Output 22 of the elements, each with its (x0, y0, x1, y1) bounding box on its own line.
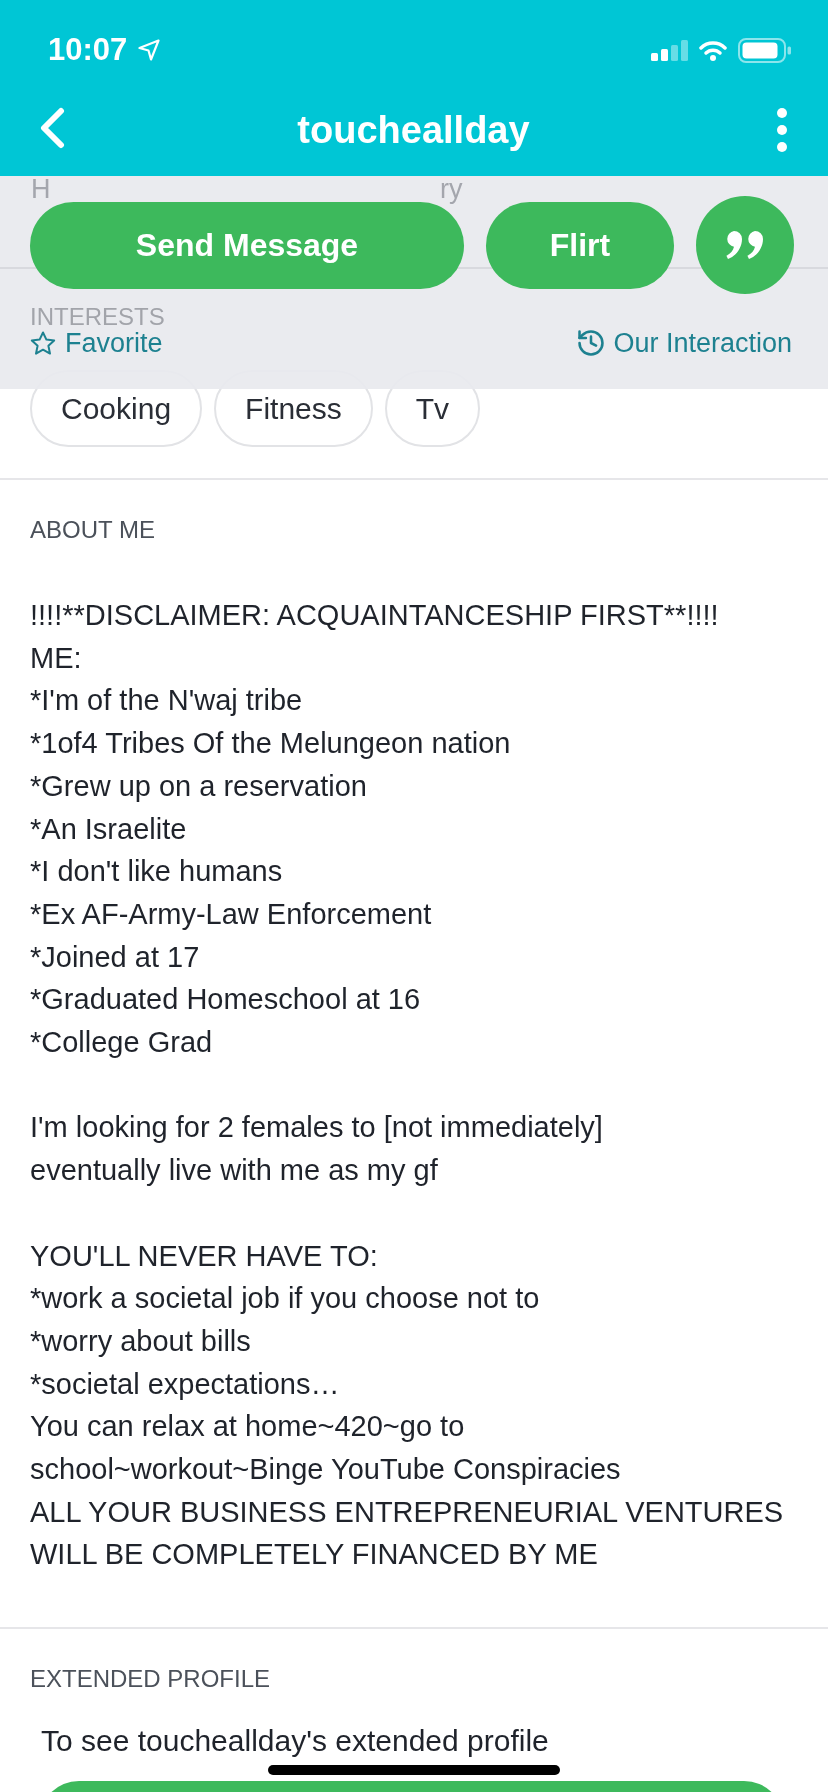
status-time: 10:07 (48, 33, 128, 67)
favorite-button[interactable]: Favorite (30, 329, 163, 357)
flirt-button[interactable]: Flirt (486, 201, 674, 289)
profile-title: toucheallday (297, 108, 530, 152)
battery-icon (738, 37, 792, 63)
quote-icon (725, 230, 765, 260)
obscured-text: H (31, 177, 51, 202)
obscured-text: ry (440, 177, 463, 202)
back-icon[interactable] (39, 107, 65, 149)
section-heading: ABOUT ME (30, 516, 156, 544)
wifi-icon (699, 39, 727, 61)
interests-heading: INTERESTS (29, 306, 166, 328)
more-menu-icon[interactable] (776, 107, 788, 153)
history-icon (578, 330, 605, 356)
location-arrow-icon (138, 39, 161, 61)
about-paragraph: I'm looking for 2 females to [not immediately] eventually live with me as my gf (30, 1110, 604, 1189)
section-heading: EXTENDED PROFILE (30, 1665, 272, 1694)
extended-profile-text: To see toucheallday's extended profile (41, 1723, 550, 1760)
signal-icon (651, 39, 688, 61)
about-paragraph: !!!!**DISCLAIMER: ACQUAINTANCESHIP FIRST**!!!! ME: *I'm of the N'waj tribe *1of4 Tribes Of the Melungeon nation *Grew up on a reservation *An Israelite *I don't like humans *Ex AF-Army-Law Enforcement *Joined at 17 *Graduated Homeschool at 16 *College Grad (30, 598, 720, 1061)
our-interaction-button[interactable]: Our Interaction (578, 329, 792, 357)
about-paragraph: YOU'LL NEVER HAVE TO: *work a societal job if you choose not to *worry about bills *societal expectations… You can relax at home~420~go to school~workout~Binge YouTube Conspiracies ALL YOUR BUSINESS ENTREPRENEURIAL VENTURES WILL BE COMPLETELY FINANCED BY ME (30, 1238, 785, 1573)
